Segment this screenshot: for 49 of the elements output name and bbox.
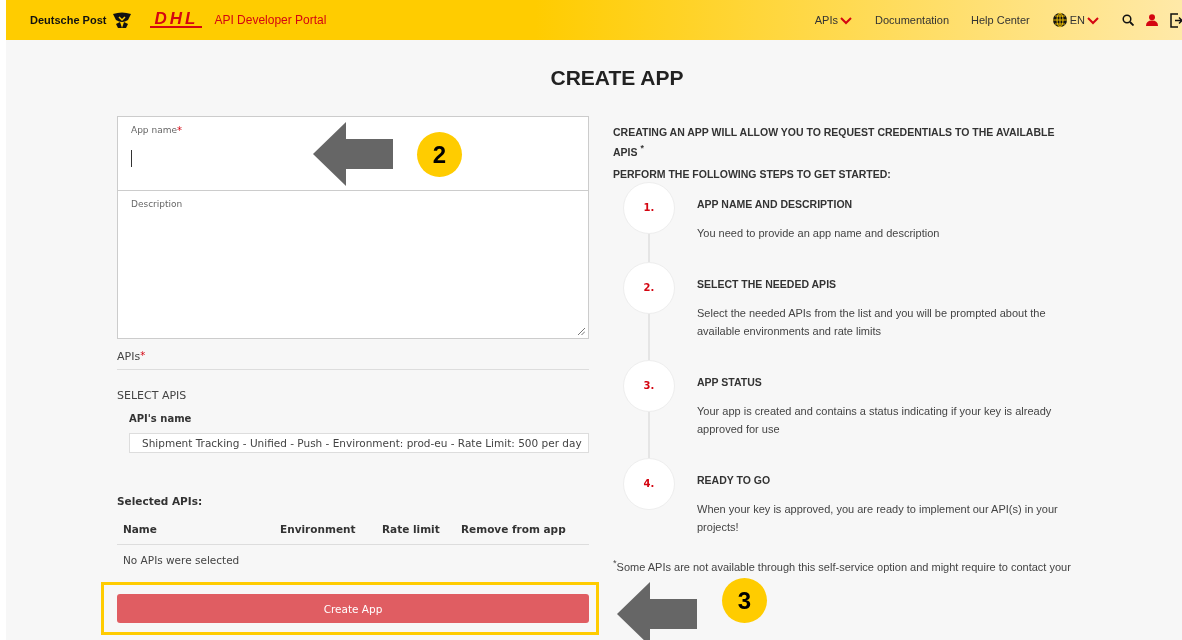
step-number: 2.: [623, 261, 675, 314]
section-heading: Selected APIs:: [117, 495, 204, 507]
step-number: 4.: [623, 457, 675, 510]
step-title: READY TO GO: [697, 473, 772, 486]
column-header: Remove from app: [461, 523, 567, 535]
step-description: When your key is approved, you are ready to implement our API(s) in your projects!: [697, 501, 1059, 535]
column-header: Name: [123, 523, 158, 535]
steps-heading: PERFORM THE FOLLOWING STEPS TO GET STARTED:: [613, 166, 892, 182]
text-cursor: [131, 150, 132, 167]
required-mark: *: [140, 350, 146, 363]
language-selector[interactable]: EN: [1069, 14, 1100, 26]
horn-logo-icon: [112, 11, 133, 29]
step-description: Select the needed APIs from the list and you will be prompted about the available environments and rate limits: [697, 305, 1047, 339]
page-title: CREATE APP: [549, 66, 685, 90]
field-label: Description: [131, 199, 183, 209]
number-badge: 3: [722, 578, 767, 623]
column-header: Rate limit: [382, 523, 441, 535]
dhl-logo: DHL: [150, 12, 203, 28]
globe-icon[interactable]: [1051, 12, 1068, 28]
section-heading: SELECT APIS: [117, 389, 188, 402]
nav-link[interactable]: APIs: [814, 14, 853, 26]
section-label: APIs: [117, 350, 141, 363]
portal-title: API Developer Portal: [214, 13, 327, 27]
nav-link[interactable]: Documentation: [875, 14, 949, 26]
nav-link[interactable]: Help Center: [971, 14, 1030, 26]
intro-text: CREATING AN APP WILL ALLOW YOU TO REQUEST CREDENTIALS TO THE AVAILABLE APIS $^{*}$: [613, 125, 1056, 160]
chevron-down-icon: [839, 14, 853, 26]
step-title: APP STATUS: [697, 375, 763, 388]
brand-name: Deutsche Post: [30, 14, 107, 26]
step-number: 1.: [623, 181, 675, 234]
user-icon[interactable]: [1146, 14, 1158, 26]
step-description: Your app is created and contains a status indicating if your key is already approved for use: [697, 403, 1053, 437]
create-app-button[interactable]: Create App: [117, 594, 589, 623]
column-header: Environment: [280, 523, 357, 535]
description-field[interactable]: Description: [117, 191, 589, 339]
step-number: 3.: [623, 359, 675, 412]
field-label: API's name: [129, 413, 193, 424]
step-title: APP NAME AND DESCRIPTION: [697, 197, 854, 210]
api-select-field[interactable]: Shipment Tracking - Unified - Push - Environment: prod-eu - Rate Limit: 500 per day: [129, 433, 589, 453]
empty-message: No APIs were selected: [122, 553, 241, 568]
logout-icon[interactable]: [1170, 12, 1182, 28]
step-title: SELECT THE NEEDED APIS: [697, 277, 838, 290]
resize-handle-icon[interactable]: [577, 327, 585, 335]
field-label: App name: [131, 125, 177, 136]
required-mark: *: [176, 125, 182, 136]
search-icon[interactable]: [1122, 14, 1134, 26]
footnote-text: $^{*}$Some APIs are not available through this self-service option and might require to contact your: [613, 556, 1072, 574]
chevron-down-icon: [1086, 14, 1100, 26]
step-description: You need to provide an app name and description: [697, 225, 941, 241]
